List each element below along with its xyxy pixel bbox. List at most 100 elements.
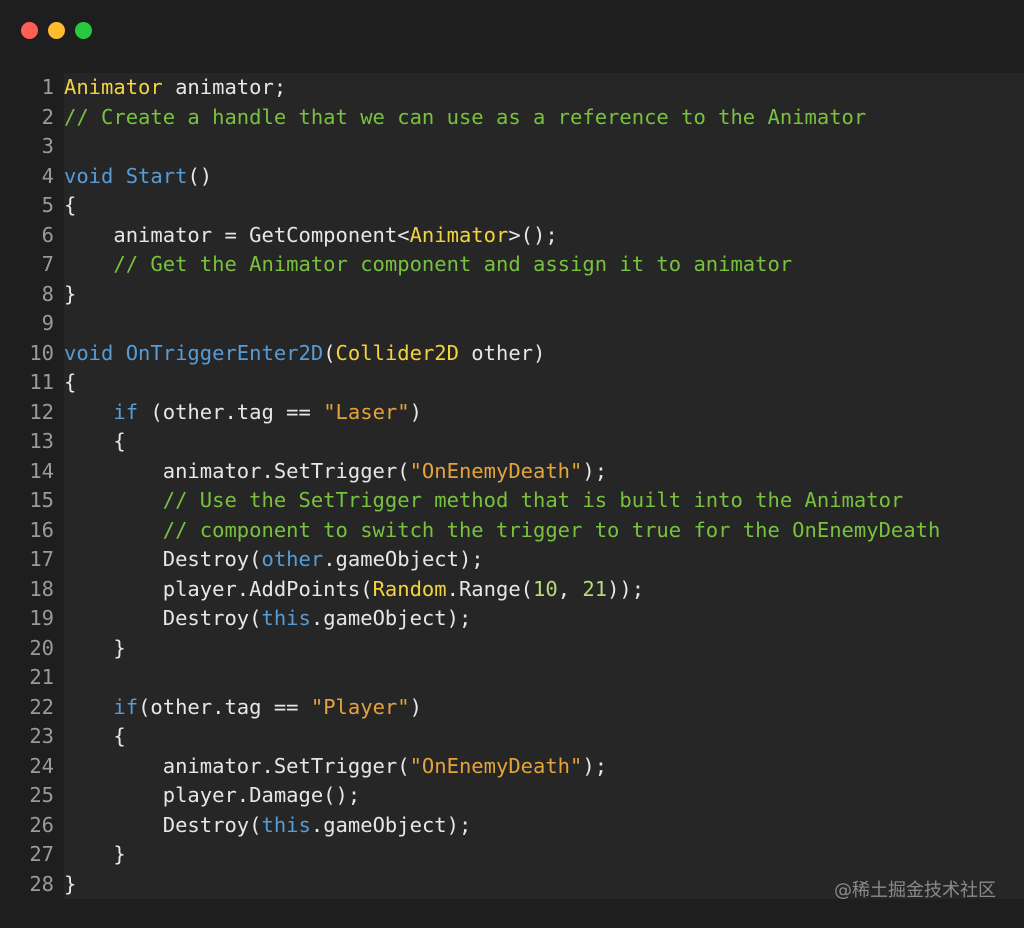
code-token: if xyxy=(113,399,139,424)
code-token: animator.SetTrigger( xyxy=(64,753,410,778)
code-text: Destroy(this.gameObject); xyxy=(64,604,1024,634)
line-number: 9 xyxy=(41,311,54,335)
code-text: Animator animator; xyxy=(64,73,1024,103)
code-token: { xyxy=(64,193,77,217)
code-text: void OnTriggerEnter2D(Collider2D other) xyxy=(64,338,1024,368)
code-line: 15 // Use the SetTrigger method that is … xyxy=(0,486,1024,516)
code-text: player.AddPoints(Random.Range(10, 21)); xyxy=(64,574,1024,604)
code-token: ); xyxy=(582,753,608,778)
minimize-button[interactable] xyxy=(48,22,65,39)
line-number: 14 xyxy=(29,458,54,483)
code-line: 10 void OnTriggerEnter2D(Collider2D other… xyxy=(0,338,1024,368)
code-text: } xyxy=(64,633,1024,663)
code-token: player.Damage(); xyxy=(64,783,361,807)
code-text: { xyxy=(64,368,1024,398)
code-token: // Get the Animator component and assign… xyxy=(64,252,793,276)
code-line: 19 Destroy(this.gameObject); xyxy=(0,604,1024,634)
code-token: OnTriggerEnter2D xyxy=(125,340,324,365)
line-number: 4 xyxy=(41,163,54,188)
code-text: Destroy(this.gameObject); xyxy=(64,810,1024,840)
line-number: 6 xyxy=(41,222,54,247)
code-token: ); xyxy=(582,458,608,483)
code-text: // Get the Animator component and assign… xyxy=(64,250,1024,280)
window-controls xyxy=(21,22,92,39)
code-line: 9 xyxy=(0,309,1024,339)
code-token: ( xyxy=(323,340,336,365)
code-token: this xyxy=(261,606,311,630)
code-token: Destroy( xyxy=(64,547,262,571)
code-line: 6 animator = GetComponent<Animator>(); xyxy=(0,220,1024,250)
code-line: 8} xyxy=(0,279,1024,309)
code-token: "Laser" xyxy=(323,399,410,424)
code-text: if (other.tag == "Laser") xyxy=(64,397,1024,427)
line-number: 26 xyxy=(29,812,54,837)
code-line: 1 Animator animator; xyxy=(0,73,1024,103)
code-line: 4 void Start() xyxy=(0,161,1024,191)
code-token: other) xyxy=(458,340,546,365)
code-line: 25 player.Damage(); xyxy=(0,781,1024,811)
code-token: animator.SetTrigger( xyxy=(64,458,410,483)
code-token: .gameObject); xyxy=(310,812,472,837)
maximize-button[interactable] xyxy=(75,22,92,39)
code-text: Destroy(other.gameObject); xyxy=(64,545,1024,575)
code-text xyxy=(64,309,1024,339)
code-token: (other.tag == xyxy=(138,399,324,424)
code-line: 21 xyxy=(0,663,1024,693)
code-token: 21 xyxy=(582,576,608,601)
line-number: 27 xyxy=(29,842,54,866)
code-token: } xyxy=(64,281,77,306)
code-token: // component to switch the trigger to tr… xyxy=(64,517,941,542)
code-token: Animator xyxy=(64,75,163,99)
code-token: "Player" xyxy=(310,694,410,719)
line-number: 23 xyxy=(29,724,54,748)
code-text: animator.SetTrigger("OnEnemyDeath"); xyxy=(64,751,1024,781)
code-line: 20 } xyxy=(0,633,1024,663)
code-token: // Use the SetTrigger method that is bui… xyxy=(64,488,904,512)
code-token: "OnEnemyDeath" xyxy=(409,458,583,483)
line-number: 19 xyxy=(29,606,54,630)
code-text: { xyxy=(64,191,1024,221)
line-number: 21 xyxy=(29,665,54,689)
code-token: "OnEnemyDeath" xyxy=(409,753,583,778)
line-number: 8 xyxy=(41,281,54,306)
line-number: 15 xyxy=(29,488,54,512)
code-text xyxy=(64,132,1024,162)
code-line: 23 { xyxy=(0,722,1024,752)
code-line: 7 // Get the Animator component and assi… xyxy=(0,250,1024,280)
line-number: 22 xyxy=(29,694,54,719)
code-token: Animator xyxy=(409,222,509,247)
code-block[interactable]: 1 Animator animator; 2 // Create a handle t… xyxy=(0,73,1024,899)
code-line: 2 // Create a handle that we can use as a… xyxy=(0,102,1024,132)
code-token: ) xyxy=(409,694,422,719)
code-text: } xyxy=(64,840,1024,870)
code-token: animator = GetComponent< xyxy=(64,222,410,247)
code-text: // Create a handle that we can use as a … xyxy=(64,102,1024,132)
code-token: Destroy( xyxy=(64,606,262,630)
code-text: { xyxy=(64,427,1024,457)
code-token: { xyxy=(64,370,77,394)
code-token: void xyxy=(64,163,114,188)
line-number: 11 xyxy=(29,370,54,394)
line-number: 16 xyxy=(29,517,54,542)
code-token: )); xyxy=(607,576,645,601)
code-token: Random xyxy=(372,576,447,601)
code-token: } xyxy=(64,635,126,660)
code-line: 26 Destroy(this.gameObject); xyxy=(0,810,1024,840)
code-token: this xyxy=(261,812,311,837)
code-text: if(other.tag == "Player") xyxy=(64,692,1024,722)
code-token: // Create a handle that we can use as a … xyxy=(64,104,867,129)
code-line: 18 player.AddPoints(Random.Range(10, 21)… xyxy=(0,574,1024,604)
line-number: 1 xyxy=(41,75,54,99)
line-number: 13 xyxy=(29,429,54,453)
close-button[interactable] xyxy=(21,22,38,39)
code-window: 1 Animator animator; 2 // Create a handle t… xyxy=(0,0,1024,928)
code-token: if xyxy=(113,694,139,719)
code-token: .Range( xyxy=(446,576,534,601)
code-token: { xyxy=(64,724,126,748)
line-number: 25 xyxy=(29,783,54,807)
code-line: 17 Destroy(other.gameObject); xyxy=(0,545,1024,575)
code-text: player.Damage(); xyxy=(64,781,1024,811)
code-line: 11 { xyxy=(0,368,1024,398)
